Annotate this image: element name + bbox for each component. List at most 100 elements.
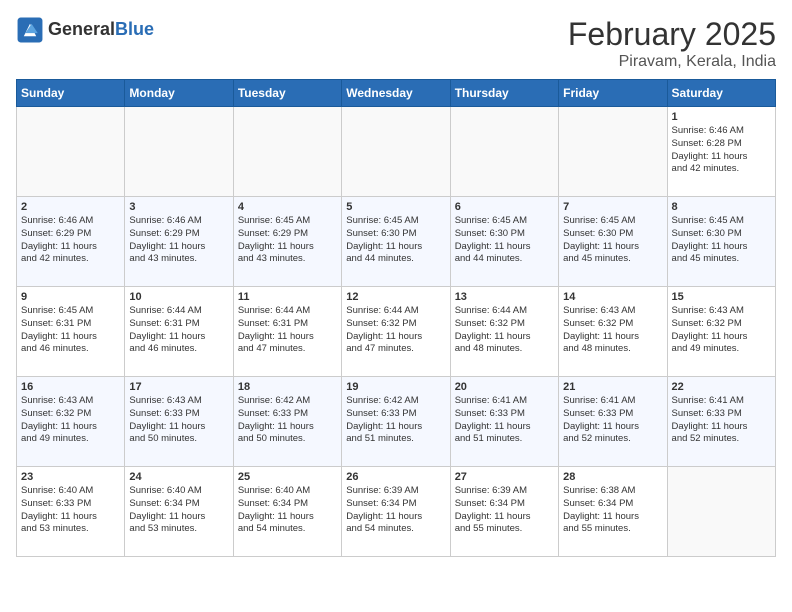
page-header: GeneralBlue February 2025 Piravam, Keral… [16, 16, 776, 71]
day-number: 15 [672, 291, 771, 303]
calendar-cell: 21Sunrise: 6:41 AM Sunset: 6:33 PM Dayli… [559, 377, 667, 467]
logo: GeneralBlue [16, 16, 154, 44]
calendar-cell: 14 Sunrise: 6:43 AM Sunset: 6:32 PM Dayli… [559, 287, 667, 377]
calendar-cell: 27Sunrise: 6:39 AM Sunset: 6:34 PM Dayli… [450, 467, 558, 557]
calendar-cell: 16 Sunrise: 6:43 AM Sunset: 6:32 PM Dayli… [17, 377, 125, 467]
day-info: Sunrise: 6:41 AM Sunset: 6:33 PM Dayligh… [672, 395, 771, 446]
day-info: Sunrise: 6:43 AM Sunset: 6:32 PM Dayligh… [563, 305, 662, 356]
calendar-table: SundayMondayTuesdayWednesdayThursdayFrid… [16, 79, 776, 557]
day-info: Sunrise: 6:46 AM Sunset: 6:29 PM Dayligh… [129, 215, 228, 266]
week-row-4: 16 Sunrise: 6:43 AM Sunset: 6:32 PM Dayli… [17, 377, 776, 467]
day-number: 17 [129, 381, 228, 393]
logo-blue-text: Blue [115, 19, 154, 39]
day-header-wednesday: Wednesday [342, 80, 450, 107]
day-info: Sunrise: 6:46 AM Sunset: 6:28 PM Dayligh… [672, 125, 771, 176]
logo-icon [16, 16, 44, 44]
day-info: Sunrise: 6:40 AM Sunset: 6:33 PM Dayligh… [21, 485, 120, 536]
day-number: 10 [129, 291, 228, 303]
day-number: 6 [455, 201, 554, 213]
day-info: Sunrise: 6:44 AM Sunset: 6:32 PM Dayligh… [455, 305, 554, 356]
day-info: Sunrise: 6:45 AM Sunset: 6:30 PM Dayligh… [672, 215, 771, 266]
day-info: Sunrise: 6:45 AM Sunset: 6:30 PM Dayligh… [346, 215, 445, 266]
calendar-cell [559, 107, 667, 197]
day-number: 28 [563, 471, 662, 483]
calendar-cell: 7 Sunrise: 6:45 AM Sunset: 6:30 PM Daylig… [559, 197, 667, 287]
calendar-cell: 19 Sunrise: 6:42 AM Sunset: 6:33 PM Dayli… [342, 377, 450, 467]
calendar-cell: 25 Sunrise: 6:40 AM Sunset: 6:34 PM Dayli… [233, 467, 341, 557]
day-info: Sunrise: 6:44 AM Sunset: 6:31 PM Dayligh… [129, 305, 228, 356]
calendar-cell [450, 107, 558, 197]
day-header-saturday: Saturday [667, 80, 775, 107]
week-row-1: 1Sunrise: 6:46 AM Sunset: 6:28 PM Daylig… [17, 107, 776, 197]
calendar-cell [233, 107, 341, 197]
day-info: Sunrise: 6:41 AM Sunset: 6:33 PM Dayligh… [455, 395, 554, 446]
day-info: Sunrise: 6:42 AM Sunset: 6:33 PM Dayligh… [346, 395, 445, 446]
day-number: 12 [346, 291, 445, 303]
location: Piravam, Kerala, India [568, 53, 776, 71]
calendar-cell: 15 Sunrise: 6:43 AM Sunset: 6:32 PM Dayli… [667, 287, 775, 377]
calendar-cell: 2 Sunrise: 6:46 AM Sunset: 6:29 PM Daylig… [17, 197, 125, 287]
day-info: Sunrise: 6:45 AM Sunset: 6:30 PM Dayligh… [455, 215, 554, 266]
day-number: 19 [346, 381, 445, 393]
day-info: Sunrise: 6:43 AM Sunset: 6:32 PM Dayligh… [672, 305, 771, 356]
day-number: 3 [129, 201, 228, 213]
day-info: Sunrise: 6:44 AM Sunset: 6:31 PM Dayligh… [238, 305, 337, 356]
day-number: 7 [563, 201, 662, 213]
month-title: February 2025 [568, 16, 776, 53]
day-info: Sunrise: 6:45 AM Sunset: 6:31 PM Dayligh… [21, 305, 120, 356]
day-number: 22 [672, 381, 771, 393]
calendar-cell: 11 Sunrise: 6:44 AM Sunset: 6:31 PM Dayli… [233, 287, 341, 377]
calendar-cell: 9 Sunrise: 6:45 AM Sunset: 6:31 PM Daylig… [17, 287, 125, 377]
header-row: SundayMondayTuesdayWednesdayThursdayFrid… [17, 80, 776, 107]
day-info: Sunrise: 6:45 AM Sunset: 6:30 PM Dayligh… [563, 215, 662, 266]
day-number: 2 [21, 201, 120, 213]
week-row-3: 9 Sunrise: 6:45 AM Sunset: 6:31 PM Daylig… [17, 287, 776, 377]
calendar-cell: 6 Sunrise: 6:45 AM Sunset: 6:30 PM Daylig… [450, 197, 558, 287]
day-number: 26 [346, 471, 445, 483]
day-number: 20 [455, 381, 554, 393]
day-info: Sunrise: 6:45 AM Sunset: 6:29 PM Dayligh… [238, 215, 337, 266]
day-number: 16 [21, 381, 120, 393]
calendar-cell: 5 Sunrise: 6:45 AM Sunset: 6:30 PM Daylig… [342, 197, 450, 287]
day-number: 24 [129, 471, 228, 483]
day-number: 4 [238, 201, 337, 213]
day-number: 9 [21, 291, 120, 303]
calendar-cell: 18 Sunrise: 6:42 AM Sunset: 6:33 PM Dayli… [233, 377, 341, 467]
calendar-cell: 20 Sunrise: 6:41 AM Sunset: 6:33 PM Dayli… [450, 377, 558, 467]
day-info: Sunrise: 6:39 AM Sunset: 6:34 PM Dayligh… [346, 485, 445, 536]
day-header-tuesday: Tuesday [233, 80, 341, 107]
day-info: Sunrise: 6:43 AM Sunset: 6:32 PM Dayligh… [21, 395, 120, 446]
day-info: Sunrise: 6:40 AM Sunset: 6:34 PM Dayligh… [238, 485, 337, 536]
calendar-cell: 28 Sunrise: 6:38 AM Sunset: 6:34 PM Dayli… [559, 467, 667, 557]
day-number: 13 [455, 291, 554, 303]
day-info: Sunrise: 6:44 AM Sunset: 6:32 PM Dayligh… [346, 305, 445, 356]
day-number: 25 [238, 471, 337, 483]
week-row-2: 2 Sunrise: 6:46 AM Sunset: 6:29 PM Daylig… [17, 197, 776, 287]
calendar-cell: 1Sunrise: 6:46 AM Sunset: 6:28 PM Daylig… [667, 107, 775, 197]
calendar-cell [342, 107, 450, 197]
day-number: 14 [563, 291, 662, 303]
day-info: Sunrise: 6:41 AM Sunset: 6:33 PM Dayligh… [563, 395, 662, 446]
calendar-cell [125, 107, 233, 197]
calendar-cell: 24Sunrise: 6:40 AM Sunset: 6:34 PM Dayli… [125, 467, 233, 557]
day-info: Sunrise: 6:38 AM Sunset: 6:34 PM Dayligh… [563, 485, 662, 536]
calendar-cell: 10 Sunrise: 6:44 AM Sunset: 6:31 PM Dayli… [125, 287, 233, 377]
calendar-cell: 13 Sunrise: 6:44 AM Sunset: 6:32 PM Dayli… [450, 287, 558, 377]
calendar-cell: 3 Sunrise: 6:46 AM Sunset: 6:29 PM Daylig… [125, 197, 233, 287]
day-header-thursday: Thursday [450, 80, 558, 107]
calendar-cell [17, 107, 125, 197]
logo-general-text: General [48, 19, 115, 39]
day-info: Sunrise: 6:42 AM Sunset: 6:33 PM Dayligh… [238, 395, 337, 446]
calendar-cell: 12 Sunrise: 6:44 AM Sunset: 6:32 PM Dayli… [342, 287, 450, 377]
day-number: 5 [346, 201, 445, 213]
day-number: 18 [238, 381, 337, 393]
calendar-cell: 23 Sunrise: 6:40 AM Sunset: 6:33 PM Dayli… [17, 467, 125, 557]
day-number: 11 [238, 291, 337, 303]
day-number: 8 [672, 201, 771, 213]
day-info: Sunrise: 6:46 AM Sunset: 6:29 PM Dayligh… [21, 215, 120, 266]
day-header-friday: Friday [559, 80, 667, 107]
day-number: 23 [21, 471, 120, 483]
day-number: 27 [455, 471, 554, 483]
day-header-monday: Monday [125, 80, 233, 107]
week-row-5: 23 Sunrise: 6:40 AM Sunset: 6:33 PM Dayli… [17, 467, 776, 557]
